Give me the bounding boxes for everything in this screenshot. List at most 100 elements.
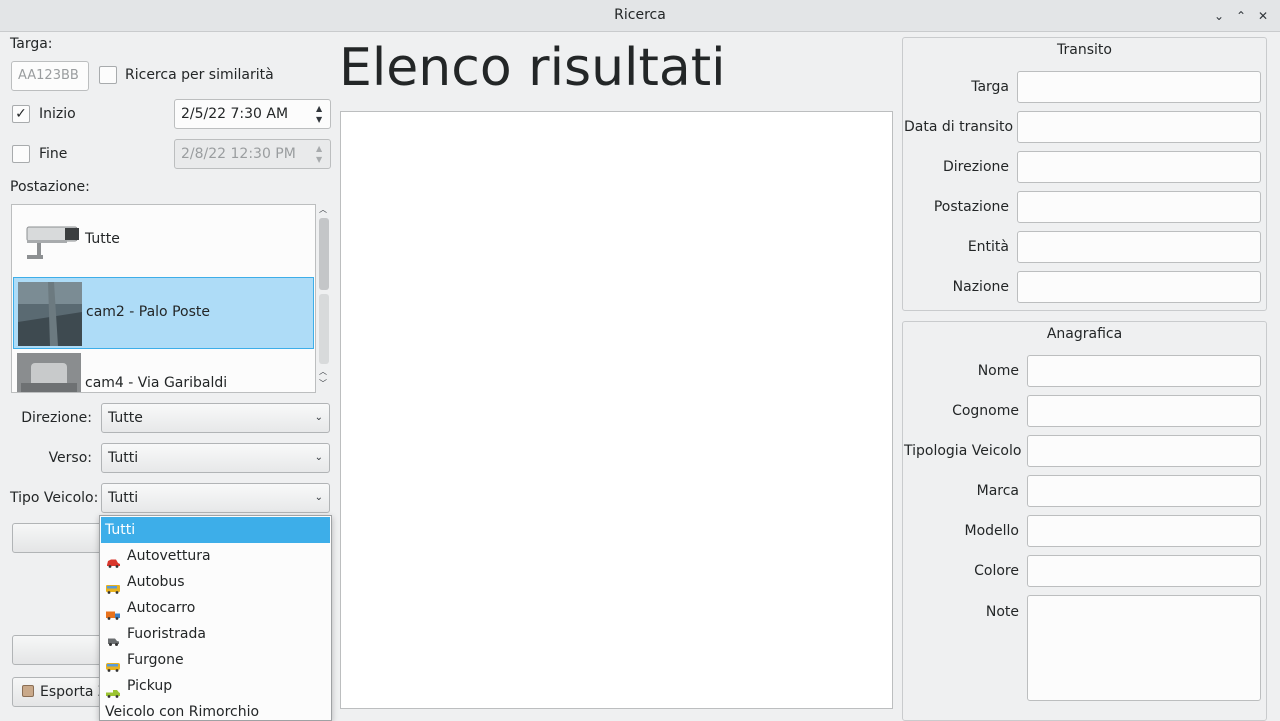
transit-nation-field[interactable]	[1017, 271, 1261, 303]
chevron-down-icon: ⌄	[314, 412, 323, 423]
spin-arrows-icon[interactable]: ▲ ▼	[316, 103, 326, 125]
camera-icon	[17, 209, 81, 273]
transit-location-field[interactable]	[1017, 191, 1261, 223]
option-label: Autocarro	[127, 600, 196, 616]
plate-label: Targa:	[10, 36, 53, 52]
transit-nation-label: Nazione	[952, 279, 1009, 295]
option-label: Autobus	[127, 574, 185, 590]
transit-plate-field[interactable]	[1017, 71, 1261, 103]
registry-name-label: Nome	[977, 363, 1019, 379]
plate-input[interactable]: AA123BB	[11, 61, 89, 91]
vehicle-type-option-autobus[interactable]: Autobus	[101, 569, 330, 595]
pickup-icon	[105, 681, 121, 698]
spin-arrows-icon: ▲ ▼	[316, 144, 323, 164]
car-icon	[105, 551, 121, 568]
scroll-up-icon[interactable]: ︿	[319, 366, 327, 377]
location-item-cam2[interactable]: cam2 - Palo Poste	[13, 277, 314, 349]
transit-title: Transito	[1057, 42, 1112, 58]
start-datetime-input[interactable]: 2/5/22 7:30 AM ▲ ▼	[174, 99, 331, 129]
bus-icon	[105, 577, 121, 594]
vehicle-type-option-furgone[interactable]: Furgone	[101, 647, 330, 673]
export-icon	[22, 685, 34, 697]
registry-notes-field[interactable]	[1027, 595, 1261, 701]
vehicle-type-option-tutti[interactable]: Tutti	[101, 517, 330, 543]
minimize-icon[interactable]: ⌄	[1211, 8, 1227, 24]
vehicle-type-label: Tipo Veicolo:	[10, 490, 99, 506]
direction-label: Direzione:	[21, 410, 92, 426]
registry-surname-label: Cognome	[952, 403, 1019, 419]
close-icon[interactable]: ✕	[1255, 8, 1271, 24]
location-list-scrollbar[interactable]: ︿ ︿ ﹀	[316, 204, 332, 393]
vehicle-type-dropdown[interactable]: Tutti Autovettura Autobus Autocarro Fuor…	[99, 515, 332, 721]
end-datetime-input: 2/8/22 12:30 PM ▲ ▼	[174, 139, 331, 169]
registry-model-label: Modello	[964, 523, 1020, 539]
location-item-label: Tutte	[85, 231, 120, 247]
vehicle-type-select[interactable]: Tutti ⌄	[101, 483, 330, 513]
transit-plate-label: Targa	[971, 79, 1009, 95]
option-label: Furgone	[127, 652, 184, 668]
direction-select[interactable]: Tutte ⌄	[101, 403, 330, 433]
registry-model-field[interactable]	[1027, 515, 1261, 547]
export-label: Esporta Z	[40, 684, 108, 700]
location-label: Postazione:	[10, 179, 90, 195]
vehicle-type-option-fuoristrada[interactable]: Fuoristrada	[101, 621, 330, 647]
vehicle-type-option-pickup[interactable]: Pickup	[101, 673, 330, 699]
camera-thumbnail-icon	[18, 282, 82, 346]
end-checkbox[interactable]	[12, 145, 30, 163]
verse-select-value: Tutti	[108, 450, 139, 466]
location-item-label: cam2 - Palo Poste	[86, 304, 210, 320]
scroll-track[interactable]	[319, 294, 329, 364]
chevron-down-icon: ⌄	[314, 452, 323, 463]
start-datetime-value: 2/5/22 7:30 AM	[181, 106, 289, 122]
scroll-thumb[interactable]	[319, 218, 329, 290]
window-title: Ricerca	[614, 7, 666, 23]
registry-vehicle-type-label: Tipologia Veicolo	[904, 443, 1022, 459]
registry-name-field[interactable]	[1027, 355, 1261, 387]
van-icon	[105, 655, 121, 672]
transit-entity-field[interactable]	[1017, 231, 1261, 263]
end-label: Fine	[39, 146, 68, 162]
scroll-up-icon[interactable]: ︿	[319, 204, 327, 215]
transit-entity-label: Entità	[967, 239, 1009, 255]
option-label: Autovettura	[127, 548, 211, 564]
transit-date-label: Data di transito	[904, 119, 1014, 135]
start-checkbox[interactable]: ✓	[12, 105, 30, 123]
check-icon: ✓	[15, 106, 27, 122]
similarity-checkbox[interactable]	[99, 66, 117, 84]
results-title: Elenco risultati	[339, 38, 726, 98]
verse-select[interactable]: Tutti ⌄	[101, 443, 330, 473]
option-label: Fuoristrada	[127, 626, 206, 642]
registry-surname-field[interactable]	[1027, 395, 1261, 427]
verse-label: Verso:	[48, 450, 92, 466]
transit-direction-field[interactable]	[1017, 151, 1261, 183]
registry-notes-label: Note	[985, 604, 1019, 620]
registry-brand-label: Marca	[976, 483, 1019, 499]
offroad-icon	[105, 629, 121, 646]
maximize-icon[interactable]: ⌃	[1233, 8, 1249, 24]
registry-vehicle-type-field[interactable]	[1027, 435, 1261, 467]
option-label: Tutti	[105, 522, 136, 538]
transit-location-label: Postazione	[933, 199, 1009, 215]
registry-title: Anagrafica	[1046, 326, 1123, 342]
registry-brand-field[interactable]	[1027, 475, 1261, 507]
direction-select-value: Tutte	[108, 410, 143, 426]
location-item-label: cam4 - Via Garibaldi	[85, 375, 228, 391]
camera-thumbnail-icon	[17, 353, 81, 392]
location-item-all[interactable]: Tutte	[13, 205, 314, 277]
registry-color-field[interactable]	[1027, 555, 1261, 587]
option-label: Pickup	[127, 678, 173, 694]
vehicle-type-select-value: Tutti	[108, 490, 139, 506]
similarity-label: Ricerca per similarità	[125, 67, 274, 83]
transit-date-field[interactable]	[1017, 111, 1261, 143]
truck-icon	[105, 603, 121, 620]
location-list[interactable]: Tutte cam2 - Palo Poste cam4 - Via Garib…	[11, 204, 316, 393]
vehicle-type-option-trailer[interactable]: Veicolo con Rimorchio	[101, 699, 330, 720]
vehicle-type-option-autocarro[interactable]: Autocarro	[101, 595, 330, 621]
transit-direction-label: Direzione	[942, 159, 1009, 175]
title-bar: Ricerca ⌄ ⌃ ✕	[0, 0, 1280, 32]
end-datetime-value: 2/8/22 12:30 PM	[181, 146, 296, 162]
vehicle-type-option-autovettura[interactable]: Autovettura	[101, 543, 330, 569]
location-item-cam4[interactable]: cam4 - Via Garibaldi	[13, 349, 314, 392]
scroll-down-icon[interactable]: ﹀	[319, 378, 327, 389]
results-list[interactable]	[340, 111, 893, 709]
